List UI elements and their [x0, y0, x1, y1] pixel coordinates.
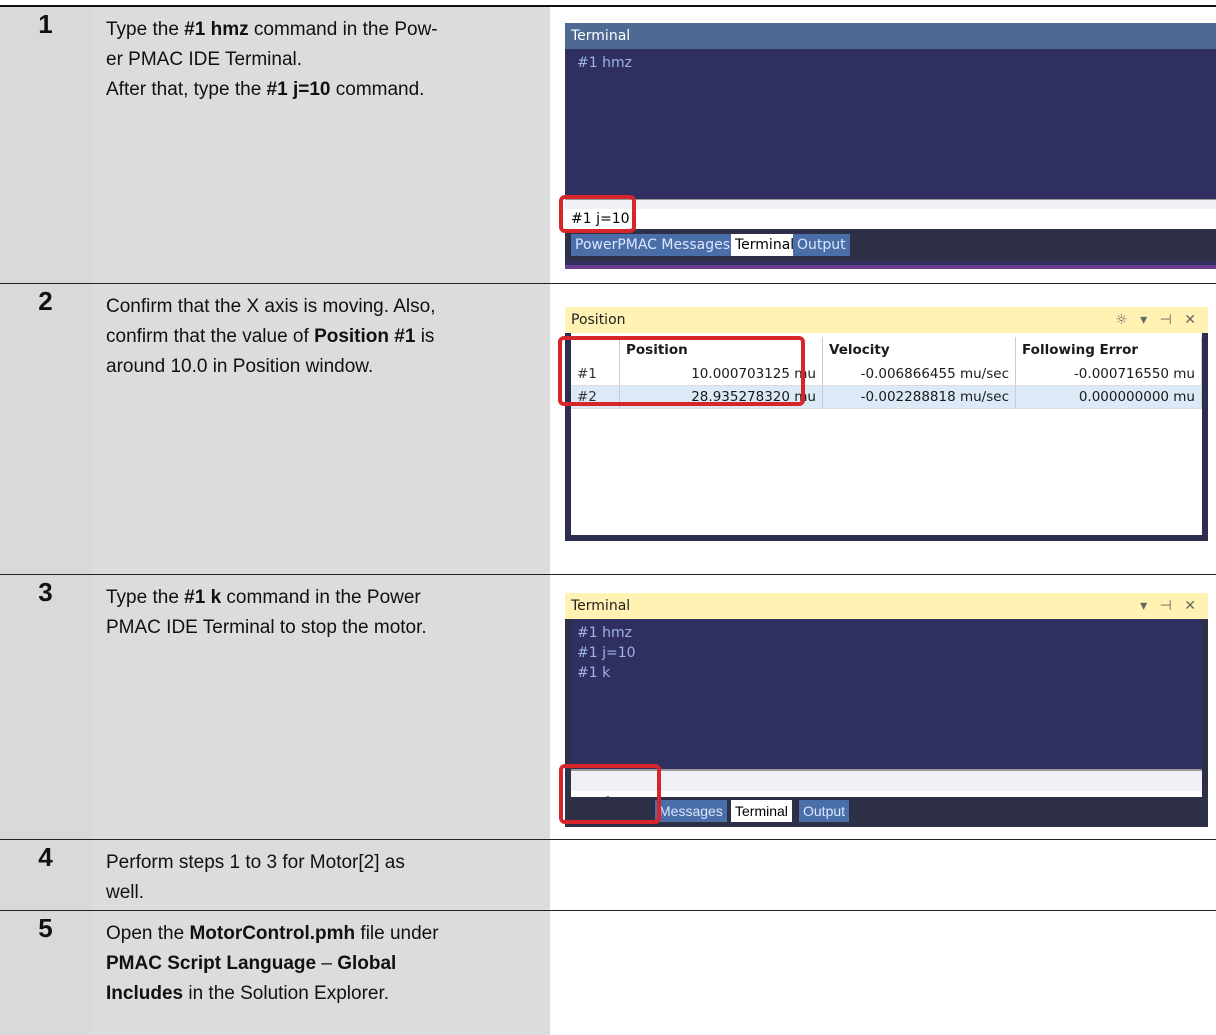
bold-term: Global [337, 953, 397, 974]
bold-term: #1 hmz [184, 19, 249, 40]
terminal-tabbar: Messages Terminal Output [565, 797, 1208, 827]
step-row-3: 3 Type the #1 k command in the Power PMAC… [0, 575, 1216, 839]
step-description-cell: Type the #1 k command in the Power PMAC I… [91, 575, 550, 839]
terminal-title: Terminal [565, 23, 1216, 49]
step-description-cell: Confirm that the X axis is moving. Also,… [91, 284, 550, 574]
step-description: Open the MotorControl.pmh file under PMAC… [106, 923, 439, 1004]
step-row-5: 5 Open the MotorControl.pmh file under PM… [0, 911, 1216, 1035]
step-description: Perform steps 1 to 3 for Motor[2] as well… [106, 852, 405, 903]
step-row-2: 2 Confirm that the X axis is moving. Als… [0, 284, 1216, 574]
highlight-input [559, 764, 661, 824]
velocity-value: -0.006866455 mu/sec [822, 363, 1016, 386]
tab-powerpmac-messages[interactable]: PowerPMAC Messages [571, 234, 735, 256]
position-title-bar: Position ☼ ▾ ⊣ ✕ [565, 307, 1208, 333]
bold-term: #1 k [184, 587, 222, 608]
step-description: Confirm that the X axis is moving. Also,… [106, 296, 436, 377]
step-number: 3 [38, 577, 53, 607]
terminal-line: #1 k [577, 665, 611, 681]
step-number: 1 [38, 9, 53, 39]
tab-terminal[interactable]: Terminal [731, 234, 799, 256]
step-description-cell: Type the #1 hmz command in the Pow-er PM… [91, 7, 550, 283]
step-description: Type the #1 k command in the Power PMAC I… [106, 587, 427, 638]
terminal-window: Terminal ▾ ⊣ ✕ #1 hmz #1 j=10 #1 k #1 k [565, 593, 1208, 827]
step-number-cell: 5 [0, 911, 91, 1035]
step-number: 2 [38, 286, 53, 316]
bold-term: MotorControl.pmh [189, 923, 356, 944]
step-number-cell: 2 [0, 284, 91, 574]
bold-term: #1 j=10 [266, 79, 331, 100]
position-title: Position [571, 312, 626, 328]
column-header-following-error[interactable]: Following Error [1015, 337, 1202, 363]
tab-output[interactable]: Output [799, 800, 850, 822]
step-row-1: 1 Type the #1 hmz command in the Pow-er … [0, 7, 1216, 283]
step-number: 4 [38, 842, 53, 872]
bold-term: PMAC Script Language [106, 953, 317, 974]
step-description-cell: Perform steps 1 to 3 for Motor[2] as well… [91, 840, 550, 910]
highlight-position-1 [558, 336, 805, 406]
terminal-tabbar: PowerPMAC Messages Terminal Output [565, 229, 1216, 261]
column-header-velocity[interactable]: Velocity [822, 337, 1016, 363]
highlight-input [559, 195, 636, 233]
terminal-title: Terminal [571, 598, 631, 614]
step-description-cell: Open the MotorControl.pmh file under PMAC… [91, 911, 550, 1035]
step-description: Type the #1 hmz command in the Pow-er PM… [106, 19, 438, 100]
step-number-cell: 1 [0, 7, 91, 283]
terminal-line: #1 hmz [577, 625, 632, 641]
window-controls-icon[interactable]: ☼ ▾ ⊣ ✕ [1115, 307, 1200, 333]
tab-terminal[interactable]: Terminal [731, 800, 792, 822]
bold-term: Includes [106, 983, 184, 1004]
window-bottom-border [565, 265, 1216, 269]
step-number-cell: 4 [0, 840, 91, 910]
terminal-output: #1 hmz [571, 49, 1216, 199]
tab-messages[interactable]: Messages [655, 800, 727, 822]
velocity-value: -0.002288818 mu/sec [822, 385, 1016, 409]
terminal-line: #1 hmz [577, 55, 632, 71]
terminal-window: Terminal #1 hmz #1 j=10 PowerPMAC Messag… [565, 23, 1216, 269]
terminal-input[interactable]: #1 j=10 [565, 209, 1216, 229]
terminal-line: #1 j=10 [577, 645, 636, 661]
step-number: 5 [38, 913, 53, 943]
following-error-value: -0.000716550 mu [1015, 363, 1202, 386]
step-row-4: 4 Perform steps 1 to 3 for Motor[2] as we… [0, 840, 1216, 910]
terminal-output: #1 hmz #1 j=10 #1 k [571, 619, 1202, 769]
step-number-cell: 3 [0, 575, 91, 839]
window-controls-icon[interactable]: ▾ ⊣ ✕ [1140, 593, 1200, 619]
tab-output[interactable]: Output [793, 234, 850, 256]
bold-term: Position #1 [314, 326, 416, 347]
following-error-value: 0.000000000 mu [1015, 385, 1202, 409]
terminal-input-area [571, 769, 1202, 793]
terminal-title-bar: Terminal ▾ ⊣ ✕ [565, 593, 1208, 619]
